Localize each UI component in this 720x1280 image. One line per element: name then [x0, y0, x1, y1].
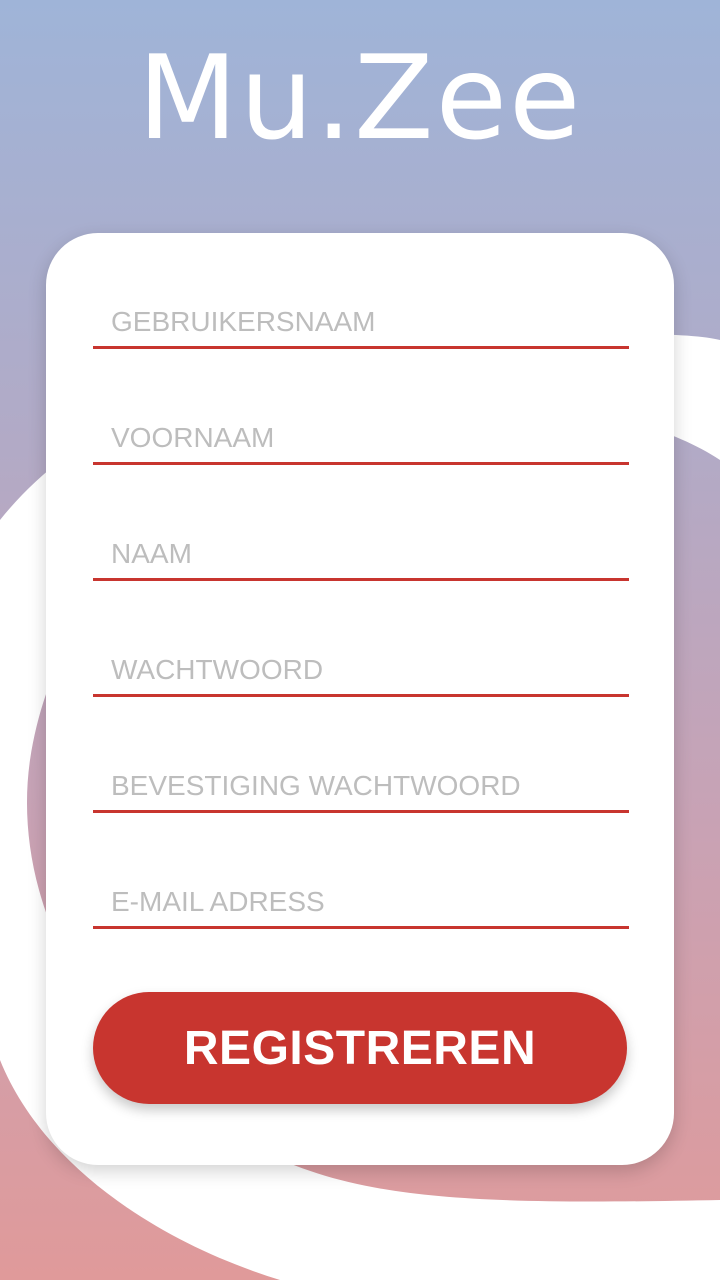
password-input[interactable]: [93, 627, 629, 697]
lastname-field-wrapper: [93, 511, 629, 581]
registration-card: REGISTREREN: [46, 233, 674, 1165]
lastname-input[interactable]: [93, 511, 629, 581]
firstname-field-wrapper: [93, 395, 629, 465]
confirm-password-field-wrapper: [93, 743, 629, 813]
confirm-password-input[interactable]: [93, 743, 629, 813]
logo-text: Mu.Zee: [138, 31, 583, 150]
logo: Mu.Zee: [138, 31, 583, 150]
password-field-wrapper: [93, 627, 629, 697]
firstname-input[interactable]: [93, 395, 629, 465]
register-button[interactable]: REGISTREREN: [93, 992, 627, 1104]
email-field-wrapper: [93, 859, 629, 929]
username-field-wrapper: [93, 279, 629, 349]
username-input[interactable]: [93, 279, 629, 349]
email-input[interactable]: [93, 859, 629, 929]
